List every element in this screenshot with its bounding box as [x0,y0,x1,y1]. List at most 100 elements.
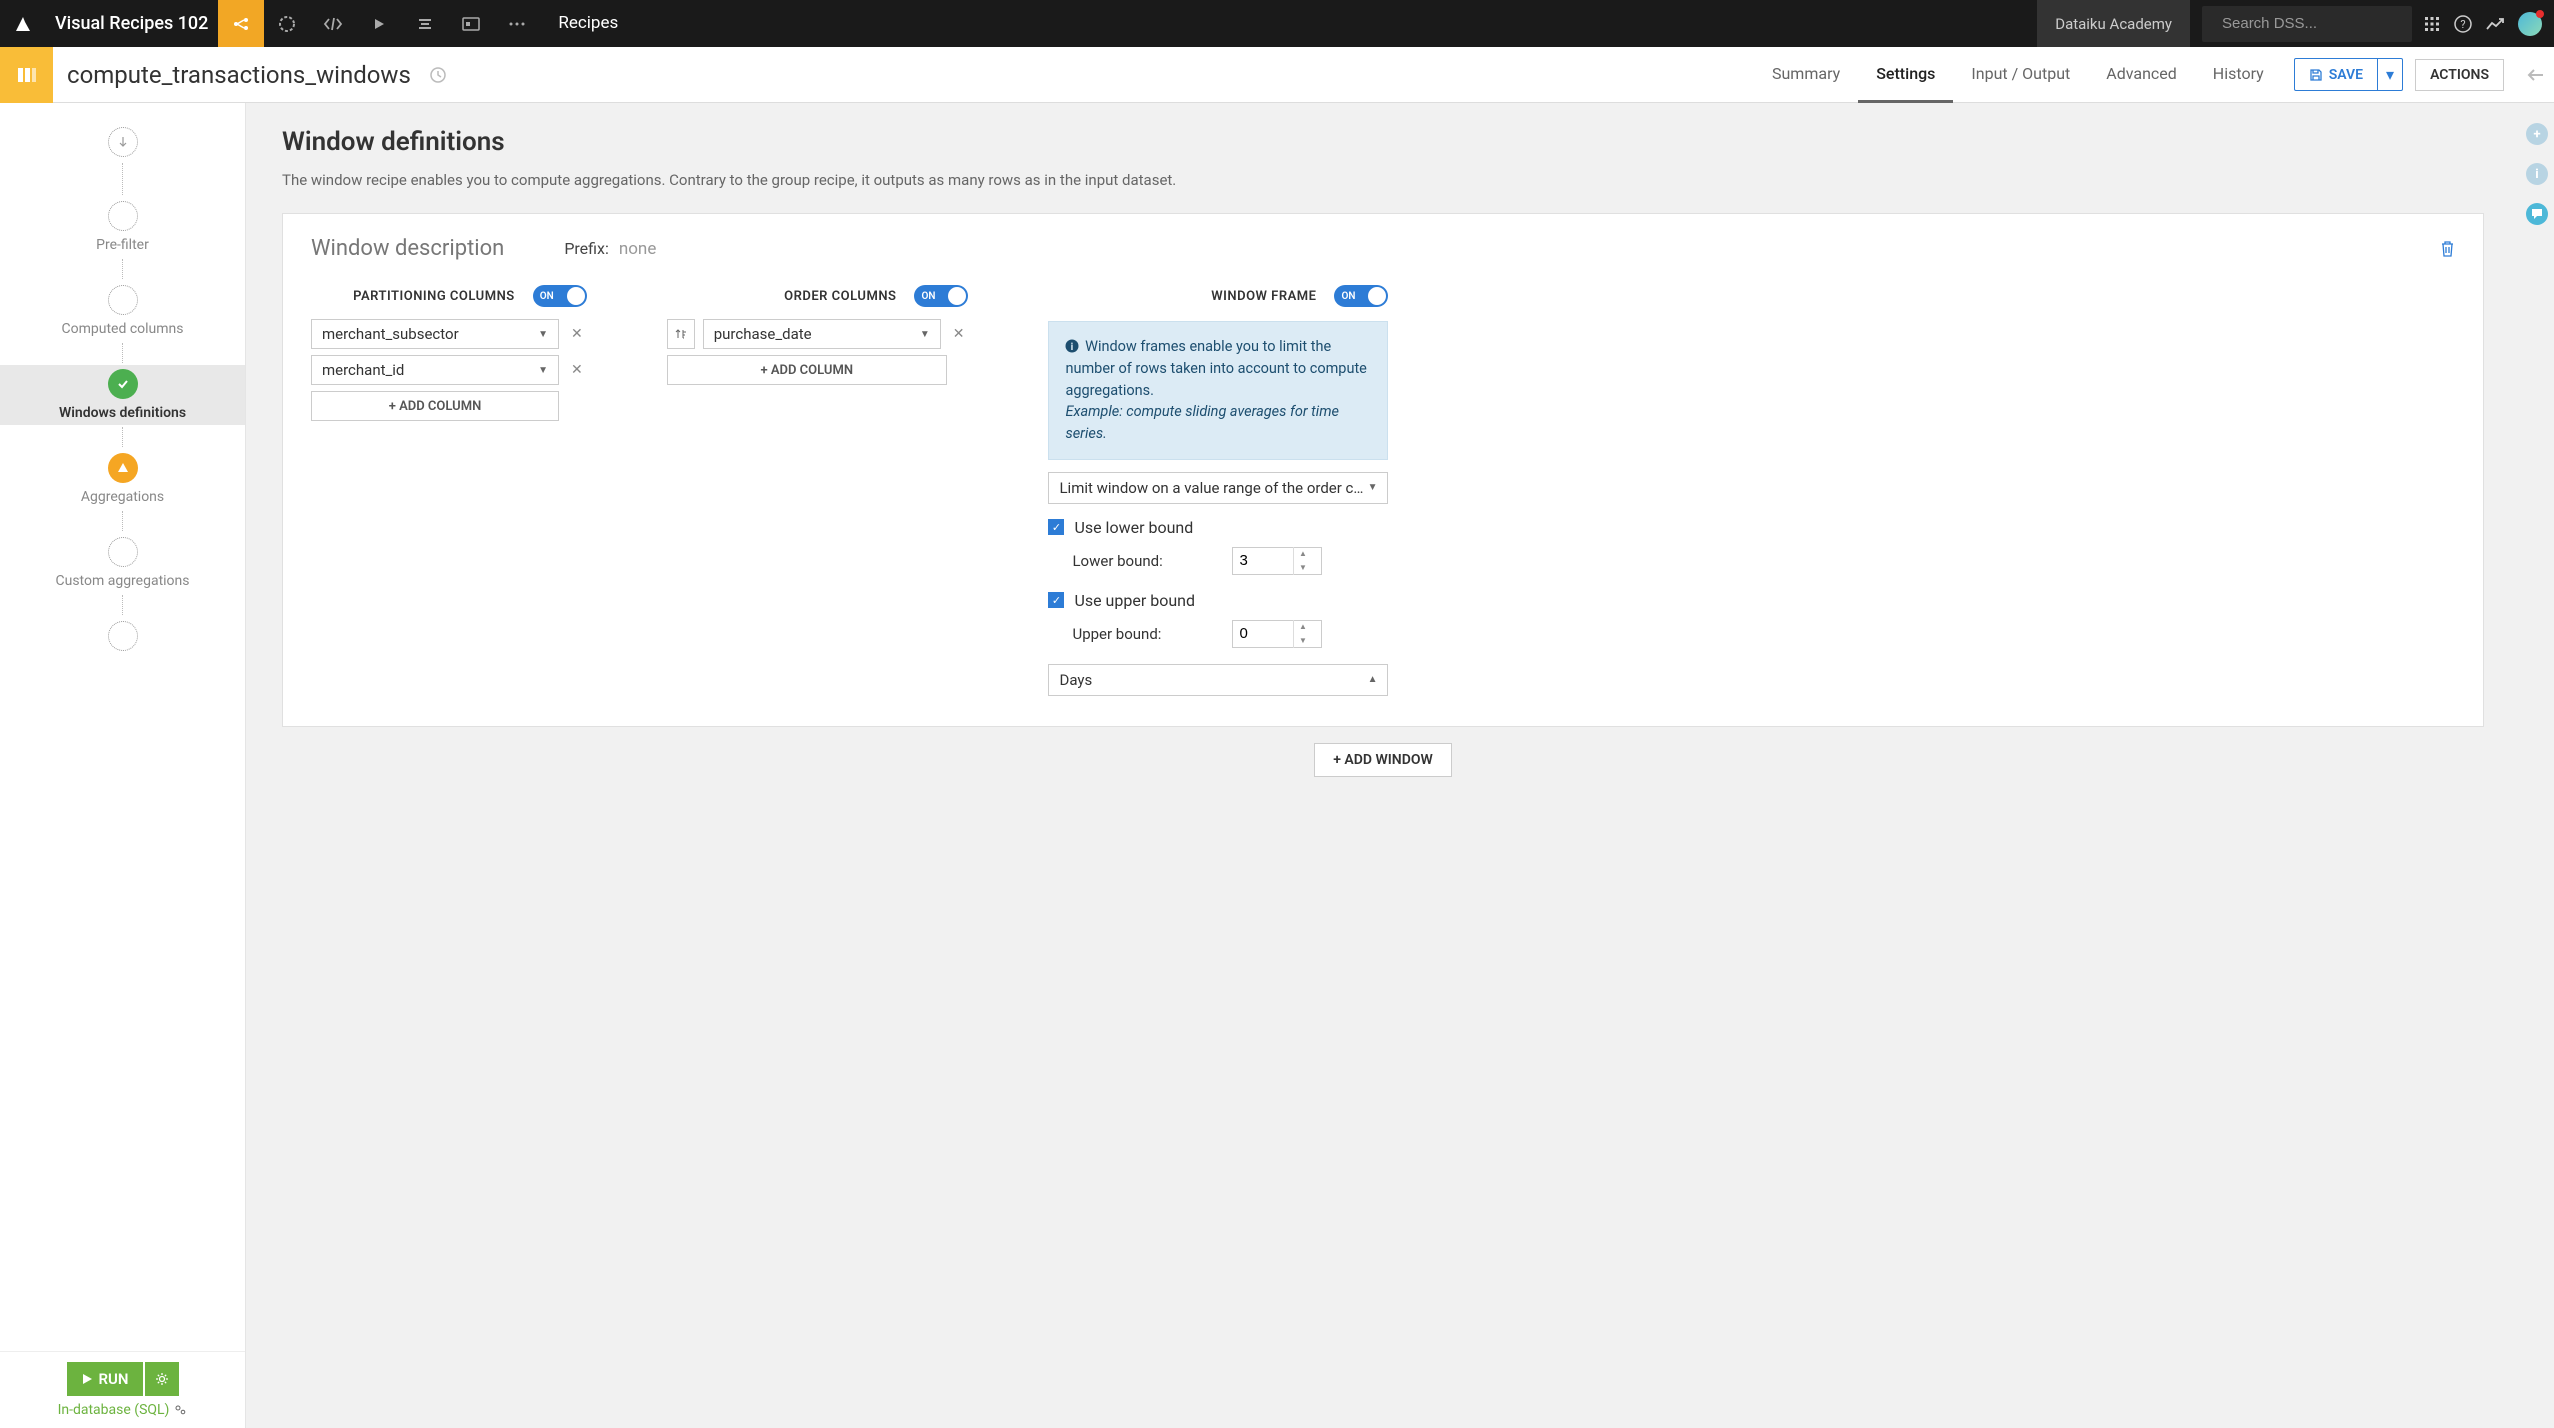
back-arrow-icon[interactable] [2516,68,2554,82]
lower-bound-input[interactable]: ▲▼ [1232,547,1322,575]
recipe-type-icon [0,47,53,103]
apps-icon[interactable] [2424,16,2440,32]
remove-order-0[interactable]: ✕ [949,326,969,342]
avatar[interactable] [2518,12,2542,36]
tabs: Summary Settings Input / Output Advanced… [1754,47,2282,103]
dataiku-logo[interactable] [0,0,45,47]
help-icon[interactable]: ? [2454,15,2472,33]
academy-badge[interactable]: Dataiku Academy [2037,0,2190,47]
prefix-input[interactable]: none [619,239,657,259]
topbar-right: ? [2424,12,2554,36]
partition-col-1[interactable]: merchant_id ▼ [311,355,559,385]
spin-up[interactable]: ▲ [1294,547,1311,561]
info-icon: i [1065,339,1079,353]
order-col-0[interactable]: purchase_date ▼ [703,319,941,349]
frame-title: WINDOW FRAME [1211,289,1316,304]
breadcrumb[interactable]: Recipes [540,13,636,35]
rail-chat-icon[interactable] [2526,203,2548,225]
step-computed[interactable]: Computed columns [0,281,245,341]
chevron-down-icon: ▼ [920,329,930,340]
save-icon [2309,68,2323,82]
prefix-label: Prefix: [564,239,609,258]
engine-label[interactable]: In-database (SQL) [10,1402,235,1418]
svg-text:i: i [1071,342,1074,353]
circle-icon[interactable] [264,0,310,47]
use-upper-label: Use upper bound [1074,591,1195,610]
partitioning-title: PARTITIONING COLUMNS [353,289,515,304]
add-partition-col[interactable]: + ADD COLUMN [311,391,559,421]
spin-down[interactable]: ▼ [1294,634,1311,648]
chevron-down-icon: ▼ [538,365,548,376]
use-upper-checkbox[interactable]: ✓ [1048,592,1064,608]
partition-col-0[interactable]: merchant_subsector ▼ [311,319,559,349]
partitioning-toggle[interactable]: ON [533,285,587,307]
tab-settings[interactable]: Settings [1858,47,1953,103]
main-content: Window definitions The window recipe ena… [246,103,2520,1428]
step-aggregations[interactable]: Aggregations [0,449,245,509]
save-group: SAVE ▾ [2294,58,2403,91]
order-block: ORDER COLUMNS ON purchase_date ▼ [667,285,969,385]
window-desc-title: Window description [311,236,504,261]
frame-limit-mode[interactable]: Limit window on a value range of the ord… [1048,472,1388,504]
play-icon[interactable] [356,0,402,47]
secondbar: compute_transactions_windows Summary Set… [0,47,2554,103]
actions-button[interactable]: ACTIONS [2415,59,2504,91]
search-input[interactable] [2222,15,2421,32]
play-icon [81,1373,93,1385]
frame-unit[interactable]: Days ▲ [1048,664,1388,696]
code-icon[interactable] [310,0,356,47]
spin-up[interactable]: ▲ [1294,620,1311,634]
step-windows[interactable]: Windows definitions [0,365,245,425]
order-toggle[interactable]: ON [914,285,968,307]
save-dropdown[interactable]: ▾ [2377,59,2402,90]
partitioning-block: PARTITIONING COLUMNS ON merchant_subsect… [311,285,587,421]
upper-bound-input[interactable]: ▲▼ [1232,620,1322,648]
remove-partition-0[interactable]: ✕ [567,326,587,342]
gears-icon [173,1403,187,1417]
sidebar-bottom: RUN In-database (SQL) [0,1351,245,1428]
add-order-col[interactable]: + ADD COLUMN [667,355,947,385]
refresh-icon[interactable] [429,66,447,84]
frame-block: WINDOW FRAME ON i Window frames enable y… [1048,285,1388,696]
tab-io[interactable]: Input / Output [1953,47,2088,103]
step-start[interactable] [0,123,245,161]
bar-icon[interactable] [402,0,448,47]
spin-down[interactable]: ▼ [1294,561,1311,575]
use-lower-label: Use lower bound [1074,518,1193,537]
window-panel: Window description Prefix: none PARTITIO… [282,213,2484,727]
card-icon[interactable] [448,0,494,47]
gear-icon [155,1372,169,1386]
rail-add-icon[interactable]: + [2526,123,2548,145]
rail-info-icon[interactable]: i [2526,163,2548,185]
lower-bound-label: Lower bound: [1072,552,1222,570]
more-icon[interactable] [494,0,540,47]
use-lower-checkbox[interactable]: ✓ [1048,519,1064,535]
step-custom[interactable]: Custom aggregations [0,533,245,593]
run-button[interactable]: RUN [67,1362,143,1396]
frame-toggle[interactable]: ON [1334,285,1388,307]
chevron-down-icon: ▼ [538,329,548,340]
delete-window-icon[interactable] [2440,240,2455,257]
page-subtitle: The window recipe enables you to compute… [282,171,2484,189]
tab-advanced[interactable]: Advanced [2088,47,2195,103]
project-name[interactable]: Visual Recipes 102 [45,13,218,34]
upper-bound-label: Upper bound: [1072,625,1222,643]
nav-icons [218,0,540,47]
sort-order-icon[interactable] [667,319,695,349]
activity-icon[interactable] [2486,17,2504,31]
step-end[interactable] [0,617,245,655]
flow-icon[interactable] [218,0,264,47]
save-button[interactable]: SAVE [2295,59,2377,90]
run-settings[interactable] [145,1362,179,1396]
chevron-down-icon: ▼ [1368,482,1378,493]
add-window-button[interactable]: + ADD WINDOW [1314,743,1452,777]
tab-summary[interactable]: Summary [1754,47,1858,103]
svg-text:?: ? [2460,18,2465,31]
remove-partition-1[interactable]: ✕ [567,362,587,378]
check-icon [108,369,138,399]
step-prefilter[interactable]: Pre-filter [0,197,245,257]
topbar: Visual Recipes 102 Recipes Dataiku Acade… [0,0,2554,47]
tab-history[interactable]: History [2195,47,2282,103]
search-box[interactable] [2202,6,2412,42]
warn-icon [108,453,138,483]
